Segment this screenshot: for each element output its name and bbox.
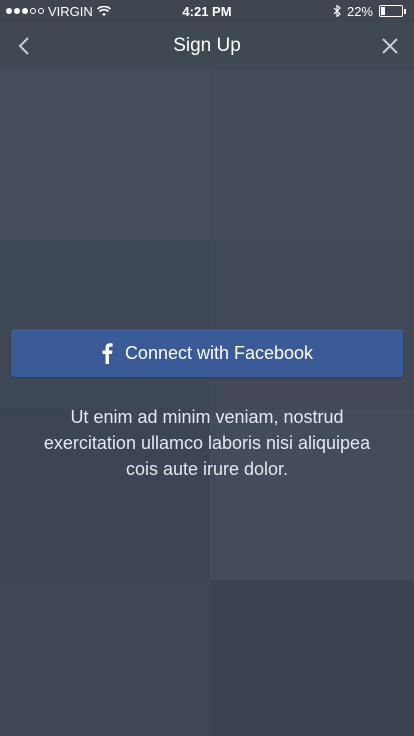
facebook-icon [101, 342, 113, 364]
battery-fill [381, 7, 385, 15]
close-icon [382, 38, 398, 54]
connect-facebook-button[interactable]: Connect with Facebook [11, 329, 403, 377]
bluetooth-icon [333, 5, 341, 17]
status-left: VIRGIN [0, 4, 111, 19]
close-button[interactable] [366, 22, 414, 70]
page-title: Sign Up [173, 35, 241, 56]
battery-percent: 22% [346, 3, 373, 19]
chevron-left-icon [18, 37, 29, 55]
signup-description: Ut enim ad minim veniam, nostrud exercit… [43, 407, 371, 479]
navigation-bar: Sign Up [0, 22, 414, 70]
status-right: 22% [333, 4, 414, 19]
connect-facebook-label: Connect with Facebook [124, 342, 314, 363]
signal-strength-icon [6, 8, 44, 14]
status-bar: VIRGIN 4:21 PM 22% [0, 0, 414, 22]
battery-icon [379, 5, 403, 17]
battery-tip [404, 8, 406, 14]
back-button[interactable] [0, 22, 48, 70]
wifi-icon [96, 5, 111, 16]
carrier-name: VIRGIN [48, 3, 93, 19]
